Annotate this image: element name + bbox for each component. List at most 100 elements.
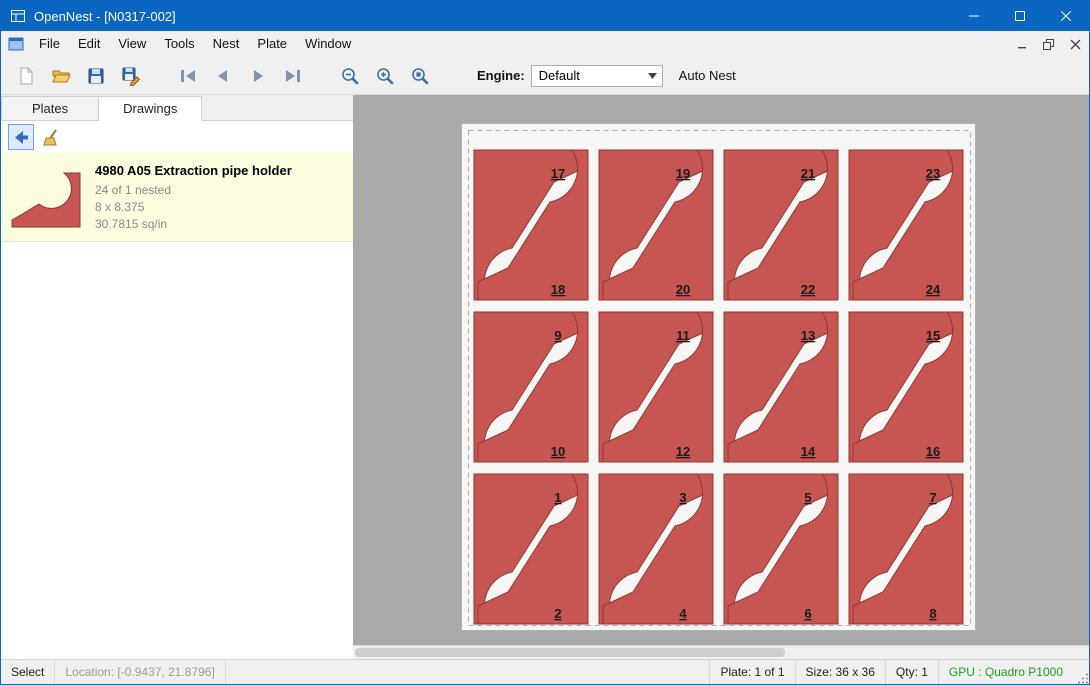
- nest-canvas[interactable]: 171819202122232491011121314151612345678: [353, 95, 1089, 645]
- resize-grip[interactable]: [1073, 660, 1089, 684]
- part-number: 4: [679, 606, 687, 621]
- part-number: 21: [801, 166, 815, 181]
- part-number: 5: [804, 490, 811, 505]
- tab-drawings[interactable]: Drawings: [99, 96, 202, 121]
- horizontal-scrollbar[interactable]: [353, 645, 1089, 659]
- part-thumbnail: [9, 165, 83, 231]
- close-button[interactable]: [1043, 1, 1089, 31]
- menu-item-tools[interactable]: Tools: [155, 31, 203, 57]
- part-number: 22: [801, 282, 815, 297]
- chevron-down-icon: [644, 73, 662, 79]
- minimize-button[interactable]: [951, 1, 997, 31]
- auto-nest-button[interactable]: Auto Nest: [679, 68, 736, 83]
- engine-label: Engine:: [477, 68, 525, 83]
- scrollbar-thumb[interactable]: [355, 648, 785, 657]
- engine-select[interactable]: Default: [531, 65, 663, 87]
- status-location: Location: [-0.9437, 21.8796]: [55, 660, 225, 684]
- next-plate-button[interactable]: [243, 61, 273, 91]
- nested-part-pair: 56: [724, 474, 838, 624]
- open-button[interactable]: [46, 61, 76, 91]
- mdi-close-button[interactable]: [1062, 31, 1089, 57]
- nested-part-pair: 21 22: [724, 150, 838, 300]
- status-gpu: GPU : Quadro P1000: [938, 660, 1073, 684]
- save-button[interactable]: [81, 61, 111, 91]
- part-number: 14: [801, 444, 816, 459]
- zoom-out-button[interactable]: [335, 61, 365, 91]
- nested-part-pair: 34: [599, 474, 713, 624]
- drawing-list: 4980 A05 Extraction pipe holder 24 of 1 …: [1, 153, 353, 659]
- part-number: 20: [676, 282, 690, 297]
- canvas-column: 171819202122232491011121314151612345678: [353, 95, 1089, 659]
- menu-item-file[interactable]: File: [30, 31, 69, 57]
- maximize-button[interactable]: [997, 1, 1043, 31]
- status-qty: Qty: 1: [885, 660, 938, 684]
- engine-value: Default: [539, 68, 580, 83]
- menu-item-window[interactable]: Window: [296, 31, 360, 57]
- save-edit-icon: [121, 66, 141, 86]
- new-button[interactable]: [11, 61, 41, 91]
- app-icon: [10, 8, 26, 24]
- part-number: 3: [679, 490, 686, 505]
- tab-plates[interactable]: Plates: [1, 96, 99, 121]
- drawing-dimensions: 8 x 8.375: [95, 199, 292, 216]
- nested-part-pair: 1516: [849, 312, 963, 462]
- status-size: Size: 36 x 36: [795, 660, 885, 684]
- drawing-item[interactable]: 4980 A05 Extraction pipe holder 24 of 1 …: [1, 153, 353, 242]
- new-document-icon: [16, 66, 36, 86]
- nested-part-pair: 13 14: [724, 312, 838, 462]
- mdi-minimize-button[interactable]: [1008, 31, 1035, 57]
- zoom-fit-button[interactable]: [405, 61, 435, 91]
- mdi-restore-button[interactable]: [1035, 31, 1062, 57]
- drawing-area: 30.7815 sq/in: [95, 216, 292, 233]
- first-plate-icon: [178, 66, 198, 86]
- nested-part-pair: 11 12: [599, 312, 713, 462]
- part-number: 6: [804, 606, 811, 621]
- nested-part-pair: 910: [474, 312, 588, 462]
- previous-plate-icon: [213, 66, 233, 86]
- title-bar: OpenNest - [N0317-002]: [1, 1, 1089, 31]
- part-number: 7: [929, 490, 936, 505]
- zoom-in-button[interactable]: [370, 61, 400, 91]
- part-number: 17: [551, 166, 565, 181]
- clean-button[interactable]: [37, 124, 63, 150]
- part-number: 24: [926, 282, 941, 297]
- nest-result: 171819202122232491011121314151612345678: [462, 124, 977, 632]
- main-toolbar: Engine: Default Auto Nest: [1, 57, 1089, 95]
- menu-item-nest[interactable]: Nest: [204, 31, 249, 57]
- part-number: 23: [926, 166, 940, 181]
- part-number: 8: [929, 606, 936, 621]
- part-number: 2: [554, 606, 561, 621]
- mdi-system-icon[interactable]: [8, 36, 24, 52]
- previous-plate-button[interactable]: [208, 61, 238, 91]
- broom-icon: [41, 128, 59, 146]
- part-number: 12: [676, 444, 690, 459]
- part-number: 13: [801, 328, 815, 343]
- part-number: 11: [676, 328, 690, 343]
- save-icon: [86, 66, 106, 86]
- content-area: Plates Drawings: [1, 95, 1089, 659]
- last-plate-button[interactable]: [278, 61, 308, 91]
- part-number: 19: [676, 166, 690, 181]
- application-window: OpenNest - [N0317-002] FileEditViewTools…: [0, 0, 1090, 685]
- status-mode: Select: [1, 660, 55, 684]
- drawing-meta: 4980 A05 Extraction pipe holder 24 of 1 …: [95, 161, 292, 233]
- zoom-out-icon: [340, 66, 360, 86]
- zoom-fit-icon: [410, 66, 430, 86]
- menu-item-edit[interactable]: Edit: [69, 31, 109, 57]
- drawing-title: 4980 A05 Extraction pipe holder: [95, 163, 292, 178]
- next-plate-icon: [248, 66, 268, 86]
- menu-item-plate[interactable]: Plate: [248, 31, 296, 57]
- part-number: 9: [554, 328, 561, 343]
- panel-toolbar: [1, 121, 353, 153]
- part-number: 15: [926, 328, 940, 343]
- panel-back-button[interactable]: [8, 124, 34, 150]
- caption-buttons: [951, 1, 1089, 31]
- first-plate-button[interactable]: [173, 61, 203, 91]
- menu-item-view[interactable]: View: [109, 31, 155, 57]
- plate: 171819202122232491011121314151612345678: [461, 123, 976, 631]
- nested-part-pair: 1718: [474, 150, 588, 300]
- side-panel: Plates Drawings: [1, 95, 353, 659]
- window-title: OpenNest - [N0317-002]: [34, 9, 176, 24]
- save-edit-button[interactable]: [116, 61, 146, 91]
- open-folder-icon: [51, 66, 71, 86]
